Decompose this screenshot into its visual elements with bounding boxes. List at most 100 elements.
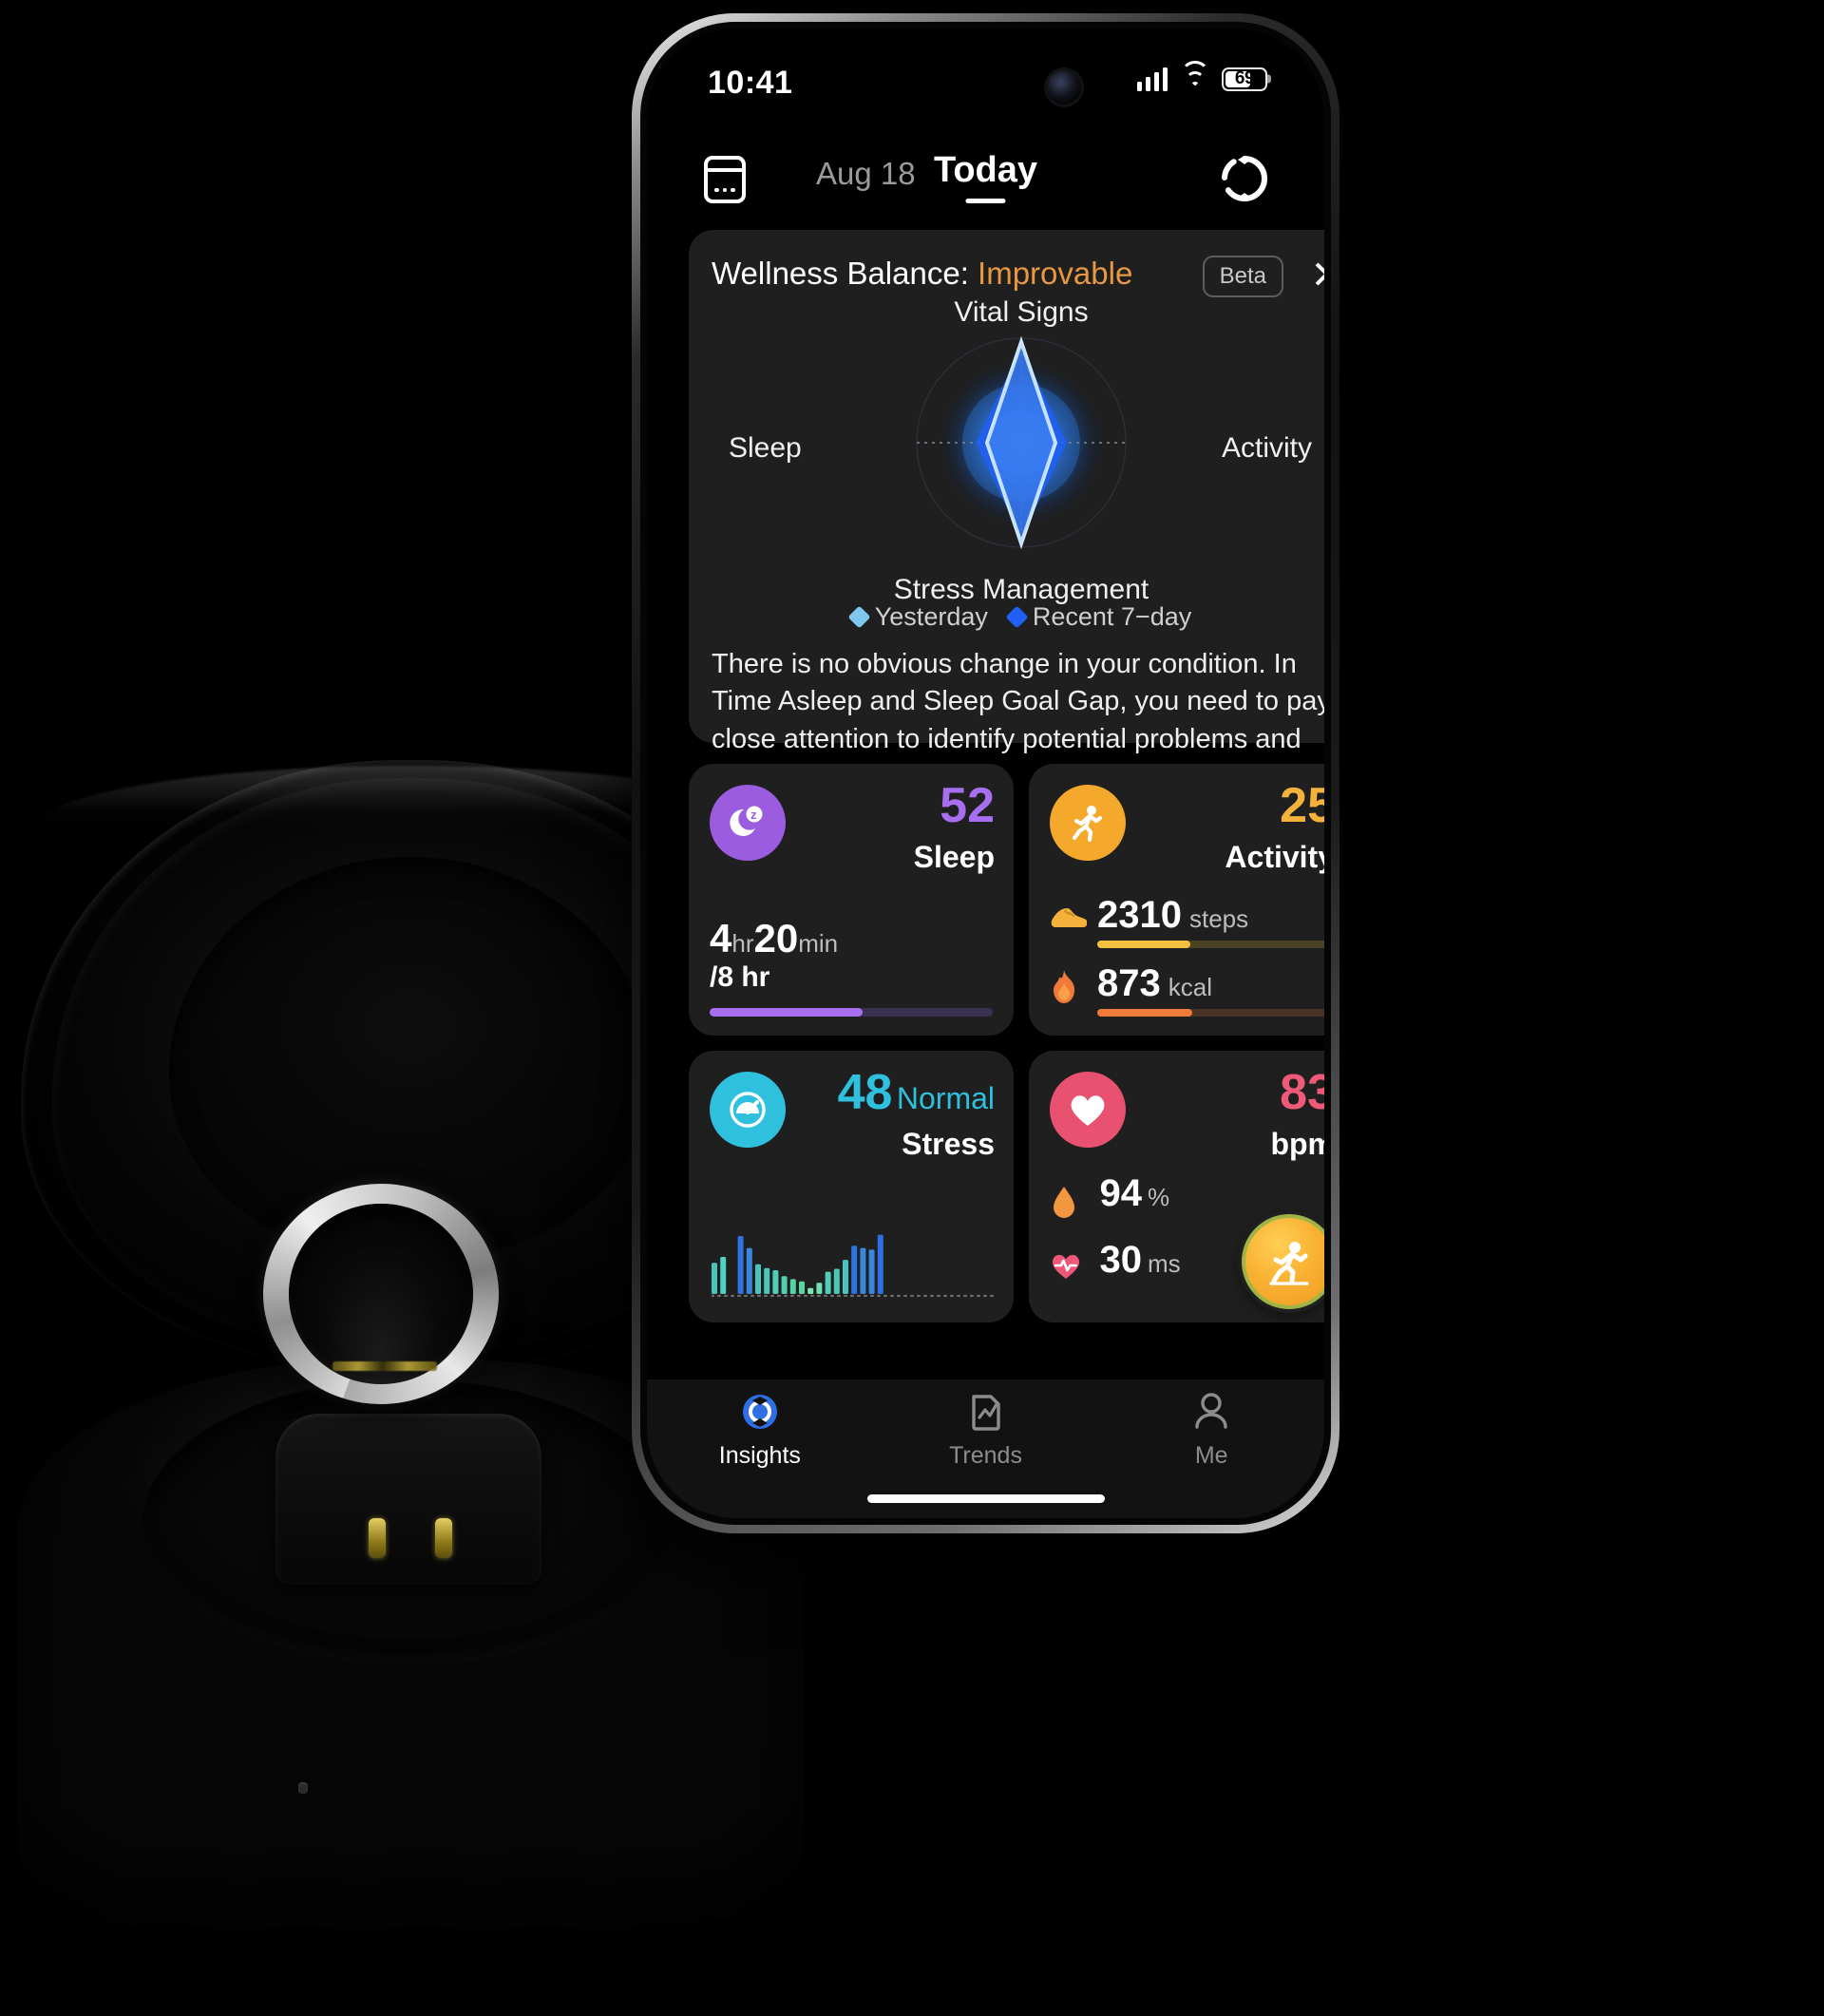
running-workout-icon[interactable] — [1242, 1214, 1324, 1309]
tab-today-label: Today — [933, 150, 1038, 190]
stress-state: Normal — [896, 1081, 995, 1115]
calories-value: 873 — [1097, 962, 1161, 1004]
stress-label: Stress — [902, 1127, 995, 1161]
steps-value-line: 2310 steps — [1097, 894, 1324, 937]
trends-chart-icon — [963, 1389, 1009, 1435]
heart-rate-value: 83 — [1280, 1065, 1324, 1120]
sleep-label: Sleep — [913, 840, 995, 874]
stress-score-block: 48 Normal Stress — [838, 1068, 995, 1159]
radar-chart: Vital Signs Activity Stress Management S… — [689, 296, 1324, 605]
steps-unit: steps — [1188, 904, 1249, 933]
radar-legend: Yesterday Recent 7−day — [689, 602, 1324, 632]
steps-value: 2310 — [1097, 894, 1182, 936]
radar-axis-label-vital-signs: Vital Signs — [954, 296, 1089, 328]
activity-score-block: 25 Activity — [1225, 781, 1324, 872]
sleep-progress-bar — [710, 1008, 993, 1017]
phone-screen: 10:41 69 Aug 18 Today Wellness Balance: … — [647, 29, 1324, 1518]
legend-label-recent-7-day: Recent 7−day — [1032, 602, 1192, 631]
tab-today-underline — [965, 199, 1006, 203]
calendar-icon[interactable] — [704, 156, 746, 203]
sleep-hours-unit: hr — [732, 929, 754, 958]
moon-sleep-icon: z z — [710, 785, 786, 861]
wellness-title-prefix: Wellness Balance: — [712, 256, 978, 291]
sleep-card[interactable]: z z 52 Sleep 4hr20min /8 hr — [689, 764, 1014, 1036]
spo2-row: 94% — [1050, 1172, 1169, 1220]
legend-item-yesterday: Yesterday — [847, 602, 988, 632]
sleep-minutes-unit: min — [798, 929, 839, 958]
smart-ring — [263, 1184, 499, 1404]
chevron-right-icon[interactable] — [1304, 259, 1324, 288]
tab-insights-label: Insights — [718, 1442, 801, 1469]
activity-score: 25 — [1280, 778, 1324, 833]
running-person-icon — [1050, 785, 1126, 861]
wellness-balance-card[interactable]: Wellness Balance: Improvable Beta Vital … — [689, 230, 1324, 791]
stress-bar-chart — [712, 1234, 997, 1298]
main-content: Wellness Balance: Improvable Beta Vital … — [647, 230, 1324, 1379]
tab-me-label: Me — [1194, 1442, 1228, 1469]
sleep-duration: 4hr20min — [710, 916, 838, 961]
status-indicators: 69 — [1136, 61, 1267, 91]
sleep-score-block: 52 Sleep — [914, 781, 995, 872]
tab-trends-label: Trends — [949, 1442, 1022, 1469]
steps-progress-bar — [1097, 941, 1324, 948]
calories-unit: kcal — [1168, 973, 1212, 1001]
metric-row-1: z z 52 Sleep 4hr20min /8 hr — [689, 764, 1324, 1036]
svg-text:z: z — [750, 808, 757, 822]
legend-swatch-yesterday — [847, 605, 871, 629]
status-bar: 10:41 69 — [647, 29, 1324, 135]
spo2-unit: % — [1147, 1183, 1170, 1212]
front-camera-icon — [1046, 70, 1081, 105]
tab-today[interactable]: Today — [934, 150, 1037, 203]
heart-icon — [1050, 1072, 1126, 1148]
calories-value-line: 873 kcal — [1097, 962, 1324, 1005]
app-header: Aug 18 Today — [647, 143, 1324, 222]
radar-axis-label-activity: Activity — [1221, 432, 1312, 464]
activity-label: Activity — [1225, 840, 1324, 874]
blood-drop-icon — [1050, 1184, 1082, 1220]
spo2-value: 94 — [1099, 1172, 1142, 1215]
screenshot-canvas: 10:41 69 Aug 18 Today Wellness Balance: … — [0, 0, 1824, 2016]
stress-score: 48 — [837, 1065, 893, 1120]
stress-gauge-icon — [710, 1072, 786, 1148]
header-date[interactable]: Aug 18 — [816, 156, 916, 192]
radar-axis-label-stress-management: Stress Management — [893, 574, 1150, 605]
ring-contacts — [332, 1361, 437, 1371]
activity-card[interactable]: 25 Activity 2310 steps 873 kcal — [1029, 764, 1324, 1036]
steps-row: 2310 steps — [1048, 894, 1324, 948]
phone-device: 10:41 69 Aug 18 Today Wellness Balance: … — [632, 13, 1340, 1533]
dynamic-island — [867, 53, 1104, 122]
sleep-hours: 4 — [710, 916, 732, 960]
stress-card[interactable]: 48 Normal Stress — [689, 1051, 1014, 1322]
hrv-unit: ms — [1147, 1249, 1181, 1279]
wellness-title: Wellness Balance: Improvable — [712, 256, 1132, 292]
legend-item-recent-7-day: Recent 7−day — [1005, 602, 1192, 632]
legend-swatch-recent-7-day — [1005, 605, 1029, 629]
legend-label-yesterday: Yesterday — [874, 602, 988, 631]
metric-grid: z z 52 Sleep 4hr20min /8 hr — [689, 764, 1324, 1338]
phone-bezel: 10:41 69 Aug 18 Today Wellness Balance: … — [640, 22, 1331, 1525]
heart-score-block: 83 bpm — [1270, 1068, 1324, 1159]
charging-post — [276, 1414, 542, 1585]
cellular-bars-icon — [1136, 67, 1168, 91]
tab-trends[interactable]: Trends — [873, 1389, 1099, 1470]
sync-refresh-icon[interactable] — [1220, 154, 1269, 203]
tab-insights[interactable]: Insights — [647, 1389, 873, 1470]
sleep-score: 52 — [940, 778, 995, 833]
calories-progress-bar — [1097, 1009, 1324, 1017]
beta-badge: Beta — [1202, 256, 1283, 297]
heart-rate-card[interactable]: 83 bpm 94% 30 ms — [1029, 1051, 1324, 1322]
battery-icon: 69 — [1222, 67, 1267, 91]
wifi-icon — [1180, 61, 1209, 90]
wellness-status: Improvable — [978, 256, 1133, 291]
sleep-goal: /8 hr — [710, 961, 770, 993]
sleep-minutes: 20 — [753, 916, 799, 960]
flame-icon — [1048, 968, 1090, 1006]
status-time: 10:41 — [708, 65, 793, 101]
tab-me[interactable]: Me — [1098, 1389, 1324, 1470]
metric-row-2: 48 Normal Stress 83 bpm 94 % 30 ms — [689, 1051, 1324, 1322]
calories-row: 873 kcal — [1048, 962, 1324, 1017]
radar-plot — [916, 335, 1127, 550]
person-icon — [1188, 1389, 1234, 1435]
hrv-value: 30 — [1099, 1239, 1142, 1282]
charging-pin-right — [435, 1518, 452, 1558]
